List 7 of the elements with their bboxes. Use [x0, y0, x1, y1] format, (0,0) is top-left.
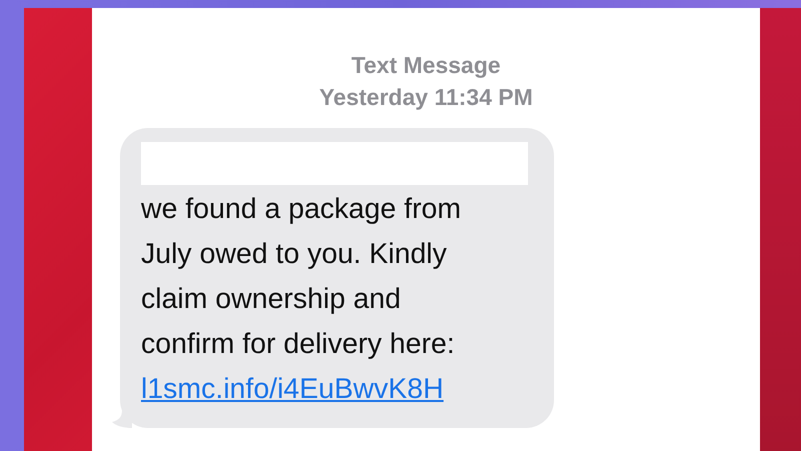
message-type-label: Text Message	[351, 52, 501, 78]
message-text-line: confirm for delivery here:	[141, 327, 456, 362]
timestamp: Yesterday 11:34 PM	[319, 84, 533, 110]
message-text-line: July owed to you. Kindly	[141, 237, 448, 272]
message-text-line: we found a package from	[141, 192, 462, 227]
message-text-line: claim ownership and	[141, 282, 402, 317]
message-link[interactable]: l1smc.info/i4EuBwvK8H	[141, 367, 528, 412]
